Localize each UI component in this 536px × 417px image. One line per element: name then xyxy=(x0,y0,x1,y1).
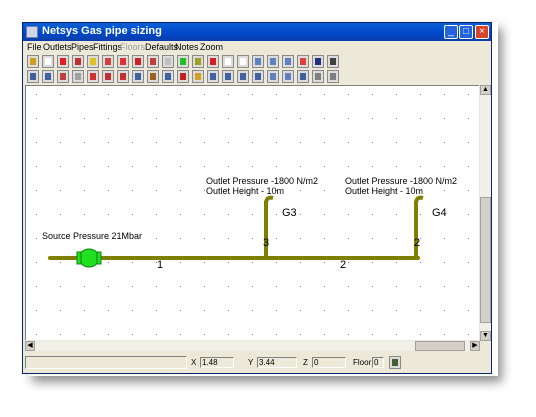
label-icon[interactable] xyxy=(162,70,174,83)
pipe-number-2: 2 xyxy=(340,259,347,271)
pointer-icon[interactable] xyxy=(27,55,39,68)
copy-icon[interactable] xyxy=(162,55,174,68)
delete-icon[interactable] xyxy=(57,55,69,68)
page-icon[interactable] xyxy=(222,55,234,68)
outlet-hook-g3 xyxy=(264,195,274,205)
zoom-out-icon[interactable] xyxy=(267,55,279,68)
cross-icon[interactable] xyxy=(117,70,129,83)
menu-outlets[interactable]: Outlets xyxy=(43,42,72,52)
gas-source-meter[interactable] xyxy=(76,248,102,268)
floor-select-icon[interactable] xyxy=(389,356,401,369)
search-icon[interactable] xyxy=(192,70,204,83)
zoom-fit-icon[interactable] xyxy=(282,55,294,68)
z-label: Z xyxy=(303,358,308,367)
y-label: Y xyxy=(248,358,254,367)
scroll-right-icon[interactable]: ▶ xyxy=(470,341,480,351)
select-icon[interactable] xyxy=(27,70,39,83)
scroll-left-icon[interactable]: ◀ xyxy=(25,341,35,351)
status-message xyxy=(25,356,187,369)
horizontal-scroll-thumb[interactable] xyxy=(415,341,465,351)
close-button[interactable]: × xyxy=(475,25,489,39)
menu-bar: File Outlets Pipes Fittings Floors Defau… xyxy=(23,41,491,54)
outlet-g4[interactable]: G4 xyxy=(432,207,447,219)
g3-height-label: Outlet Height - 10m xyxy=(206,186,285,196)
remove-icon[interactable] xyxy=(177,70,189,83)
report-icon[interactable] xyxy=(222,70,234,83)
disk-icon[interactable] xyxy=(312,55,324,68)
x-label: X xyxy=(191,358,197,367)
flag-icon[interactable] xyxy=(327,55,339,68)
outlet-g3[interactable]: G3 xyxy=(282,207,297,219)
vertical-scrollbar[interactable]: ▲ ▼ xyxy=(480,85,491,341)
elbow-icon[interactable] xyxy=(87,70,99,83)
app-icon xyxy=(26,26,38,38)
grid-icon[interactable] xyxy=(147,55,159,68)
bend-icon[interactable] xyxy=(102,70,114,83)
app-window: Netsys Gas pipe sizing _ □ × File Outlet… xyxy=(22,22,492,374)
tee-icon[interactable] xyxy=(72,70,84,83)
g4-pressure-label: Outlet Pressure -1800 N/m2 xyxy=(345,176,458,186)
menu-file[interactable]: File xyxy=(27,42,42,52)
status-bar: X 1.48 Y 3.44 Z 0 Floor 0 xyxy=(23,353,491,373)
g4-height-label: Outlet Height - 10m xyxy=(345,186,424,196)
pipe-number-4: 2 xyxy=(414,237,421,249)
print-icon[interactable] xyxy=(207,70,219,83)
list-icon[interactable] xyxy=(252,70,264,83)
menu-floors: Floors xyxy=(120,42,146,52)
menu-defaults[interactable]: Defaults xyxy=(145,42,178,52)
boiler-icon[interactable] xyxy=(72,55,84,68)
zoom-in-icon[interactable] xyxy=(252,55,264,68)
fire-icon[interactable] xyxy=(117,55,129,68)
minimize-button[interactable]: _ xyxy=(444,25,458,39)
cooker-icon[interactable] xyxy=(102,55,114,68)
g3-pressure-label: Outlet Pressure -1800 N/m2 xyxy=(206,176,319,186)
doc-icon[interactable] xyxy=(237,70,249,83)
pen-icon[interactable] xyxy=(87,55,99,68)
horizontal-scrollbar[interactable]: ◀ ▶ xyxy=(25,341,480,351)
grid-dots xyxy=(36,94,469,335)
scroll-down-icon[interactable]: ▼ xyxy=(480,331,491,341)
z-coordinate-field: 0 xyxy=(312,357,346,368)
source-pressure-label: Source Pressure 21Mbar xyxy=(42,231,143,241)
y-coordinate-field: 3.44 xyxy=(257,357,297,368)
zoom-minus-icon[interactable] xyxy=(282,70,294,83)
export-icon[interactable] xyxy=(312,70,324,83)
circle-icon[interactable] xyxy=(177,55,189,68)
menu-fittings[interactable]: Fittings xyxy=(93,42,122,52)
x-coordinate-field: 1.48 xyxy=(200,357,234,368)
link-icon[interactable] xyxy=(207,55,219,68)
riser-icon[interactable] xyxy=(147,70,159,83)
new-icon[interactable] xyxy=(42,55,54,68)
outlet-hook-g4 xyxy=(414,195,424,205)
meter-icon[interactable] xyxy=(57,70,69,83)
vertical-scroll-thumb[interactable] xyxy=(480,197,491,323)
pipe-diagram[interactable] xyxy=(26,86,479,340)
floor-field: 0 xyxy=(372,357,384,368)
save-icon[interactable] xyxy=(192,55,204,68)
route-icon[interactable] xyxy=(297,55,309,68)
floor-label: Floor xyxy=(353,358,372,367)
pages-icon[interactable] xyxy=(237,55,249,68)
pipe-number-1: 1 xyxy=(157,259,164,271)
menu-pipes[interactable]: Pipes xyxy=(71,42,94,52)
drawing-canvas[interactable]: Source Pressure 21Mbar Outlet Pressure -… xyxy=(25,85,479,340)
pipe-number-3: 3 xyxy=(263,237,270,249)
maximize-button[interactable]: □ xyxy=(459,25,473,39)
menu-zoom[interactable]: Zoom xyxy=(200,42,223,52)
valve-icon[interactable] xyxy=(42,70,54,83)
reducer-icon[interactable] xyxy=(132,70,144,83)
title-bar[interactable]: Netsys Gas pipe sizing _ □ × xyxy=(23,23,491,41)
help-icon[interactable] xyxy=(327,70,339,83)
frame-icon[interactable] xyxy=(297,70,309,83)
menu-notes[interactable]: Notes xyxy=(175,42,199,52)
scroll-up-icon[interactable]: ▲ xyxy=(480,85,491,95)
window-title: Netsys Gas pipe sizing xyxy=(42,25,162,37)
table-icon[interactable] xyxy=(132,55,144,68)
zoom-icon[interactable] xyxy=(267,70,279,83)
